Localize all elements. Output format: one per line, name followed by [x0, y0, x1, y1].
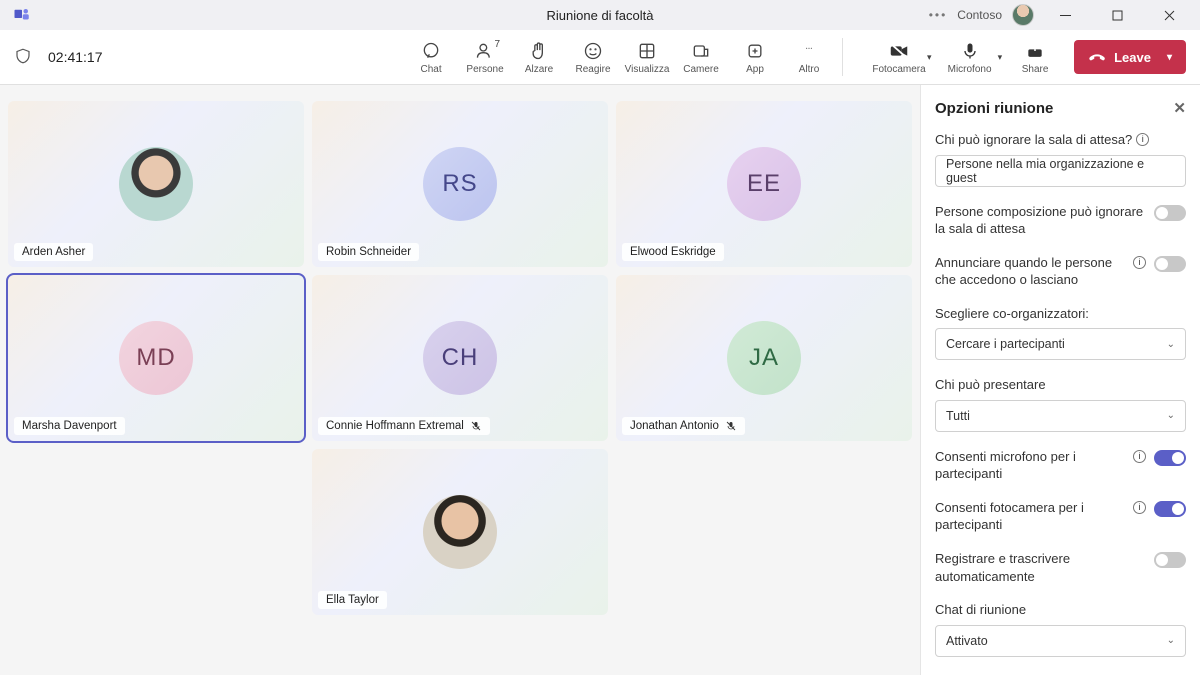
- window-maximize[interactable]: [1096, 1, 1138, 29]
- phone-icon: [1084, 45, 1109, 70]
- camera-button[interactable]: Fotocamera: [867, 30, 931, 85]
- info-icon[interactable]: i: [1133, 450, 1146, 463]
- user-avatar[interactable]: [1012, 4, 1034, 26]
- titlebar: Riunione di facoltà ••• Contoso: [0, 0, 1200, 30]
- participant-avatar: EE: [727, 147, 801, 221]
- leave-button[interactable]: Leave ▾: [1074, 40, 1186, 74]
- meeting-options-panel: Opzioni riunione ✕ Chi può ignorare la s…: [920, 85, 1200, 675]
- participant-tile[interactable]: Arden Asher: [8, 101, 304, 267]
- info-icon[interactable]: i: [1133, 501, 1146, 514]
- ellipsis-icon: [798, 40, 820, 62]
- participant-avatar: JA: [727, 321, 801, 395]
- coorganizer-select[interactable]: Cercare i partecipanti ⌄: [935, 328, 1186, 360]
- participant-name-label: Marsha Davenport: [14, 417, 125, 435]
- rooms-icon: [690, 40, 712, 62]
- camera-chevron-icon[interactable]: ▾: [927, 52, 932, 63]
- muted-icon: [725, 420, 737, 432]
- meeting-timer: 02:41:17: [48, 49, 103, 65]
- participant-name-label: Ella Taylor: [318, 591, 387, 609]
- chat-button[interactable]: Chat: [404, 30, 458, 85]
- announce-option: Annunciare quando le persone che accedon…: [935, 254, 1186, 289]
- record-toggle[interactable]: [1154, 552, 1186, 568]
- participant-avatar: CH: [423, 321, 497, 395]
- share-button[interactable]: Share: [1008, 30, 1062, 85]
- shield-icon[interactable]: [14, 47, 34, 67]
- window-close[interactable]: [1148, 1, 1190, 29]
- participant-name-label: Robin Schneider: [318, 243, 419, 261]
- more-settings-icon[interactable]: •••: [929, 8, 948, 22]
- participant-avatar: [119, 147, 193, 221]
- window-minimize[interactable]: [1044, 1, 1086, 29]
- participant-name-label: Connie Hoffmann Extremal: [318, 417, 490, 435]
- mic-chevron-icon[interactable]: ▾: [998, 52, 1003, 63]
- participant-tile[interactable]: RS Robin Schneider: [312, 101, 608, 267]
- muted-icon: [470, 420, 482, 432]
- dialin-bypass-toggle[interactable]: [1154, 205, 1186, 221]
- participant-tile[interactable]: CH Connie Hoffmann Extremal: [312, 275, 608, 441]
- participant-avatar: MD: [119, 321, 193, 395]
- raise-hand-button[interactable]: Alzare: [512, 30, 566, 85]
- allow-mic-toggle[interactable]: [1154, 450, 1186, 466]
- presenter-select[interactable]: Tutti ⌄: [935, 400, 1186, 432]
- presenter-option: Chi può presentare Tutti ⌄: [935, 376, 1186, 432]
- meeting-chat-option: Chat di riunione Attivato ⌄: [935, 601, 1186, 657]
- apps-icon: [744, 40, 766, 62]
- teams-app-icon: [12, 5, 32, 25]
- participant-tile[interactable]: Ella Taylor: [312, 449, 608, 615]
- meeting-title: Riunione di facoltà: [547, 8, 654, 23]
- allow-cam-option: Consenti fotocamera per i partecipantii: [935, 499, 1186, 534]
- info-icon[interactable]: i: [1133, 256, 1146, 269]
- panel-title: Opzioni riunione: [935, 100, 1053, 117]
- apps-button[interactable]: App: [728, 30, 782, 85]
- view-button[interactable]: Visualizza: [620, 30, 674, 85]
- coorganizer-option: Scegliere co-organizzatori: Cercare i pa…: [935, 305, 1186, 361]
- chevron-down-icon: ⌄: [1167, 635, 1175, 646]
- people-button[interactable]: 7 Persone: [458, 30, 512, 85]
- microphone-icon: [959, 40, 981, 62]
- people-icon: 7: [474, 40, 496, 62]
- participant-name-label: Arden Asher: [14, 243, 93, 261]
- info-icon[interactable]: i: [1136, 133, 1149, 146]
- chat-icon: [420, 40, 442, 62]
- participant-tile[interactable]: MD Marsha Davenport: [8, 275, 304, 441]
- participant-name-label: Jonathan Antonio: [622, 417, 745, 435]
- announce-toggle[interactable]: [1154, 256, 1186, 272]
- more-button[interactable]: Altro: [782, 30, 836, 85]
- chevron-down-icon: ⌄: [1167, 410, 1175, 421]
- lobby-select[interactable]: Persone nella mia organizzazione e guest: [935, 155, 1186, 187]
- rooms-button[interactable]: Camere: [674, 30, 728, 85]
- toolbar-divider: [842, 38, 843, 76]
- participant-tile[interactable]: JA Jonathan Antonio: [616, 275, 912, 441]
- leave-chevron-icon[interactable]: ▾: [1167, 52, 1172, 63]
- meeting-chat-select[interactable]: Attivato ⌄: [935, 625, 1186, 657]
- video-stage: Arden Asher RS Robin Schneider EE Elwood Esk…: [0, 85, 920, 675]
- chevron-down-icon: ⌄: [1167, 339, 1175, 350]
- grid-icon: [636, 40, 658, 62]
- close-icon[interactable]: ✕: [1173, 99, 1186, 117]
- participant-avatar: [423, 495, 497, 569]
- record-option: Registrare e trascrivere automaticamente: [935, 550, 1186, 585]
- meeting-toolbar: 02:41:17 Chat 7 Persone Alzare Reagire V…: [0, 30, 1200, 85]
- participant-tile[interactable]: EE Elwood Eskridge: [616, 101, 912, 267]
- share-icon: [1024, 40, 1046, 62]
- camera-off-icon: [888, 40, 910, 62]
- dialin-bypass-option: Persone composizione può ignorare la sal…: [935, 203, 1186, 238]
- lobby-option: Chi può ignorare la sala di attesa?i Per…: [935, 131, 1186, 187]
- react-button[interactable]: Reagire: [566, 30, 620, 85]
- hand-icon: [528, 40, 550, 62]
- mic-button[interactable]: Microfono: [938, 30, 1002, 85]
- emoji-icon: [582, 40, 604, 62]
- participant-name-label: Elwood Eskridge: [622, 243, 724, 261]
- org-name: Contoso: [957, 8, 1002, 22]
- allow-cam-toggle[interactable]: [1154, 501, 1186, 517]
- allow-mic-option: Consenti microfono per i partecipantii: [935, 448, 1186, 483]
- participant-avatar: RS: [423, 147, 497, 221]
